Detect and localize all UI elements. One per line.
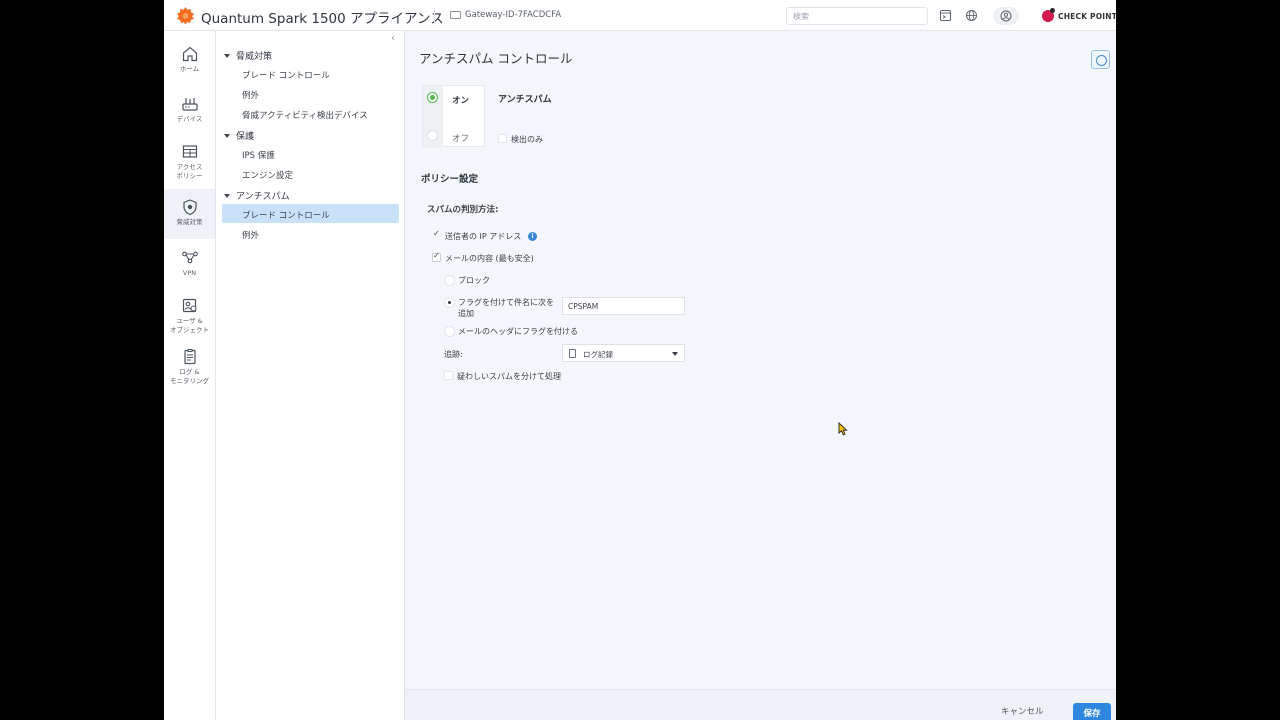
toggle-off-radio[interactable] — [427, 130, 438, 141]
nav-access-policy[interactable]: アクセス ポリシー — [164, 143, 215, 185]
gateway-icon — [450, 11, 461, 19]
toggle-on-radio[interactable] — [427, 92, 438, 103]
tree-item-blade-control[interactable]: ブレード コントロール — [242, 69, 330, 81]
tree-navigation: ‹ 脅威対策 ブレード コントロール 例外 脅威アクティビティ検出デバイス 保護… — [216, 31, 405, 720]
sender-ip-checkbox[interactable] — [432, 229, 441, 240]
flag-subject-label-line2[interactable]: 追加 — [458, 308, 474, 319]
policy-section-title: ポリシー設定 — [421, 174, 479, 185]
nav-vpn-label: VPN — [182, 269, 197, 277]
tree-item-antispam-blade-control[interactable]: ブレード コントロール — [242, 209, 330, 221]
header-divider — [434, 8, 435, 24]
nav-devices[interactable]: デバイス — [164, 95, 215, 129]
tree-item-ips-protections[interactable]: IPS 保護 — [242, 149, 275, 161]
nav-home-label: ホーム — [179, 65, 200, 73]
tree-group-label: アンチスパム — [236, 192, 290, 202]
mouse-cursor-icon — [838, 422, 848, 436]
help-icon[interactable] — [1091, 50, 1110, 69]
mail-content-checkbox[interactable] — [432, 251, 441, 262]
info-icon[interactable]: i — [528, 232, 537, 241]
header-bar: Quantum Spark 1500 アプライアンス Gateway-ID-7F… — [164, 0, 1116, 31]
blade-toggle: オン オフ — [422, 85, 485, 148]
quantum-logo-icon — [176, 6, 195, 25]
nav-logs-monitoring[interactable]: ログ & モニタリング — [164, 348, 215, 390]
blade-name: アンチスパム — [498, 95, 552, 105]
track-label: 追跡: — [444, 350, 463, 359]
access-policy-icon — [182, 145, 197, 158]
caret-down-icon — [224, 53, 230, 58]
suspicious-spam-checkbox[interactable] — [444, 371, 453, 380]
page-title: アンチスパム コントロール — [419, 51, 573, 66]
detect-only-label[interactable]: 検出のみ — [511, 134, 543, 145]
spam-method-title: スパムの判別方法: — [427, 205, 499, 215]
tree-item-antispam-exceptions[interactable]: 例外 — [242, 229, 259, 241]
shield-icon — [182, 199, 197, 216]
user-avatar-icon[interactable] — [993, 7, 1019, 25]
sender-ip-label[interactable]: 送信者の IP アドレス — [445, 231, 521, 242]
tree-group-protections[interactable]: 保護 — [224, 129, 254, 142]
vpn-icon — [181, 251, 198, 264]
footer-bar: キャンセル 保存 — [405, 689, 1116, 720]
brand-name: CHECK POINT — [1058, 12, 1116, 21]
tree-item-threat-activity-devices[interactable]: 脅威アクティビティ検出デバイス — [242, 109, 368, 121]
nav-home[interactable]: ホーム — [164, 45, 215, 79]
nav-threat-prevention-label: 脅威対策 — [176, 218, 203, 226]
nav-logs-monitoring-label: ログ & モニタリング — [170, 368, 209, 385]
cancel-button[interactable]: キャンセル — [1001, 705, 1044, 717]
nav-users-objects[interactable]: ユーザ & オブジェクト — [164, 297, 215, 339]
tree-item-exceptions[interactable]: 例外 — [242, 89, 259, 101]
terminal-icon[interactable] — [939, 9, 952, 22]
nav-access-policy-label: アクセス ポリシー — [176, 163, 203, 180]
track-select-value: ログ記録 — [583, 350, 613, 359]
flag-header-label[interactable]: メールのヘッダにフラグを付ける — [458, 326, 578, 337]
caret-down-icon — [224, 193, 230, 198]
checkpoint-logo: CHECK POINT — [1042, 8, 1116, 23]
search-input[interactable]: 検索 — [786, 7, 928, 25]
nav-devices-label: デバイス — [176, 115, 203, 123]
app-title: Quantum Spark 1500 アプライアンス — [201, 11, 444, 27]
collapse-panel-icon[interactable]: ‹ — [391, 33, 395, 44]
checkpoint-logo-dot-icon — [1050, 8, 1055, 13]
icon-sidebar: ホーム デバイス アクセス ポリシー 脅威対策 VPN ユーザ & オブジェクト… — [164, 31, 216, 720]
tree-group-label: 保護 — [236, 132, 255, 142]
flag-subject-radio[interactable] — [444, 297, 455, 308]
save-button[interactable]: 保存 — [1073, 703, 1111, 720]
globe-icon[interactable] — [965, 9, 978, 22]
nav-vpn[interactable]: VPN — [164, 249, 215, 283]
tree-group-anti-spam[interactable]: アンチスパム — [224, 189, 290, 202]
app-window: Quantum Spark 1500 アプライアンス Gateway-ID-7F… — [164, 0, 1116, 720]
tree-group-label: 脅威対策 — [236, 52, 273, 62]
main-content: アンチスパム コントロール オン オフ アンチスパム 検出のみ ポリシー設定 ス… — [405, 31, 1116, 689]
toggle-off-label[interactable]: オフ — [452, 132, 469, 144]
gateway-label[interactable]: Gateway-ID-7FACDCFA — [465, 10, 561, 20]
nav-users-objects-label: ユーザ & オブジェクト — [170, 317, 209, 334]
device-icon — [181, 98, 198, 111]
tree-item-engine-settings[interactable]: エンジン設定 — [242, 169, 293, 181]
suspicious-spam-label[interactable]: 疑わしいスパムを分けて処理 — [457, 371, 561, 382]
block-radio[interactable] — [444, 275, 455, 286]
log-icon — [569, 349, 576, 358]
logs-icon — [183, 349, 196, 365]
block-label[interactable]: ブロック — [458, 275, 490, 286]
tree-group-threat-prevention[interactable]: 脅威対策 — [224, 49, 272, 62]
flag-subject-label-line1[interactable]: フラグを付けて件名に次を — [458, 297, 554, 308]
track-select[interactable]: ログ記録 — [562, 344, 685, 362]
caret-down-icon — [224, 133, 230, 138]
nav-threat-prevention[interactable]: 脅威対策 — [164, 189, 215, 239]
toggle-on-label[interactable]: オン — [452, 94, 469, 106]
mail-content-label[interactable]: メールの内容 (最も安全) — [445, 253, 534, 264]
chevron-down-icon — [672, 352, 678, 356]
detect-only-checkbox[interactable] — [498, 134, 507, 143]
flag-header-radio[interactable] — [444, 326, 455, 337]
users-objects-icon — [182, 298, 197, 313]
flag-subject-text-input[interactable]: CPSPAM — [562, 297, 685, 315]
home-icon — [182, 46, 197, 62]
